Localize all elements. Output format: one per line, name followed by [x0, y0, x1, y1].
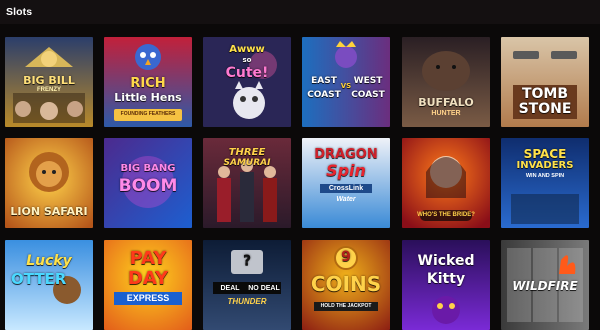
- tile-icon-label: ?: [242, 253, 252, 269]
- section-title: Slots: [6, 6, 33, 18]
- tile-title-2: WEST: [353, 76, 383, 86]
- tile-title: WILDFIRE: [512, 279, 578, 293]
- tile-tagline: WIN AND SPIN: [525, 173, 565, 179]
- tile-title: PAY: [129, 248, 167, 269]
- tile-subtitle: STONE: [518, 101, 572, 117]
- tile-tagline: HOLD THE JACKPOT: [320, 303, 372, 309]
- tile-title: DRAGON: [314, 147, 378, 162]
- game-tile-rich-little-hens[interactable]: RICH Little Hens FOUNDING FEATHERS: [104, 37, 192, 127]
- tile-tagline: FOUNDING FEATHERS: [120, 111, 176, 117]
- game-tile-space-invaders[interactable]: SPACE INVADERS WIN AND SPIN: [501, 138, 589, 228]
- game-tile-lion-safari[interactable]: LION SAFARI: [5, 138, 93, 228]
- game-tile-payday-express[interactable]: PAY DAY EXPRESS: [104, 240, 192, 330]
- game-tile-dragon-spin[interactable]: DRAGON Spin CrossLink Water: [302, 138, 390, 228]
- tile-title: RICH: [130, 76, 166, 91]
- game-tile-lucky-otter[interactable]: Lucky OTTER: [5, 240, 93, 330]
- tile-subtitle: SAMURAI: [223, 158, 271, 168]
- tile-tagline: THUNDER: [227, 297, 267, 306]
- tile-subtitle: Spin: [326, 161, 366, 180]
- tile-title: BIG BANG: [120, 163, 176, 174]
- game-tile-9-coins[interactable]: 9 COINS HOLD THE JACKPOT: [302, 240, 390, 330]
- tile-subtitle: FRENZY: [37, 87, 61, 93]
- section-header: Slots: [0, 0, 600, 24]
- game-grid: BIG BILL FRENZY RICH Little Hens FOUNDIN…: [0, 34, 600, 330]
- tile-title: BIG BILL: [23, 74, 75, 87]
- game-tile-east-coast-vs-west-coast[interactable]: EAST VS WEST COAST COAST: [302, 37, 390, 127]
- tile-title: THREE: [228, 147, 266, 158]
- tile-subtitle: Little Hens: [114, 91, 182, 104]
- game-tile-big-bill-frenzy[interactable]: BIG BILL FRENZY: [5, 37, 93, 127]
- tile-subtitle: BOOM: [118, 176, 178, 196]
- tile-subtitle: DAY: [127, 268, 169, 289]
- tile-title: BUFFALO: [418, 96, 474, 109]
- tile-subtitle-2: COAST: [351, 90, 385, 100]
- tile-tagline: CrossLink: [320, 184, 372, 193]
- tile-title: COINS: [310, 272, 382, 296]
- tile-subtitle: COAST: [307, 90, 341, 100]
- tile-subtitle: HUNTER: [431, 110, 461, 117]
- game-tile-three-samurai[interactable]: THREE SAMURAI: [203, 138, 291, 228]
- tile-number: 9: [341, 249, 351, 265]
- tile-subtitle: INVADERS: [516, 160, 574, 171]
- tile-subtitle: Kitty: [426, 271, 466, 287]
- game-tile-big-bang-boom[interactable]: BIG BANG BOOM: [104, 138, 192, 228]
- tile-title: SPACE: [523, 147, 567, 161]
- tile-title: DEAL: [220, 285, 240, 292]
- game-tile-wildfire[interactable]: WILDFIRE: [501, 240, 589, 330]
- tile-tagline: Cute!: [225, 65, 269, 81]
- game-tile-whos-the-bride[interactable]: WHO'S THE BRIDE?: [402, 138, 490, 228]
- tile-tagline: EXPRESS: [114, 292, 182, 305]
- tile-subtitle: so: [242, 56, 252, 64]
- tile-variant: Water: [336, 196, 356, 203]
- tile-title: Awww: [229, 44, 265, 55]
- tile-title: TOMB: [521, 86, 569, 102]
- game-tile-awww-so-cute[interactable]: Awww so Cute!: [203, 37, 291, 127]
- game-tile-wicked-kitty[interactable]: Wicked Kitty: [402, 240, 490, 330]
- game-tile-tombstone[interactable]: TOMB STONE: [501, 37, 589, 127]
- tile-title: WHO'S THE BRIDE?: [417, 212, 475, 218]
- tile-subtitle: NO DEAL: [248, 285, 280, 292]
- tile-title: Wicked: [417, 253, 475, 269]
- game-tile-deal-or-no-deal-thunder[interactable]: ? DEAL NO DEAL THUNDER: [203, 240, 291, 330]
- game-tile-buffalo-hunter[interactable]: BUFFALO HUNTER: [402, 37, 490, 127]
- tile-title: LION SAFARI: [10, 205, 88, 218]
- tile-title: Lucky: [26, 253, 72, 269]
- tile-subtitle: OTTER: [11, 270, 67, 288]
